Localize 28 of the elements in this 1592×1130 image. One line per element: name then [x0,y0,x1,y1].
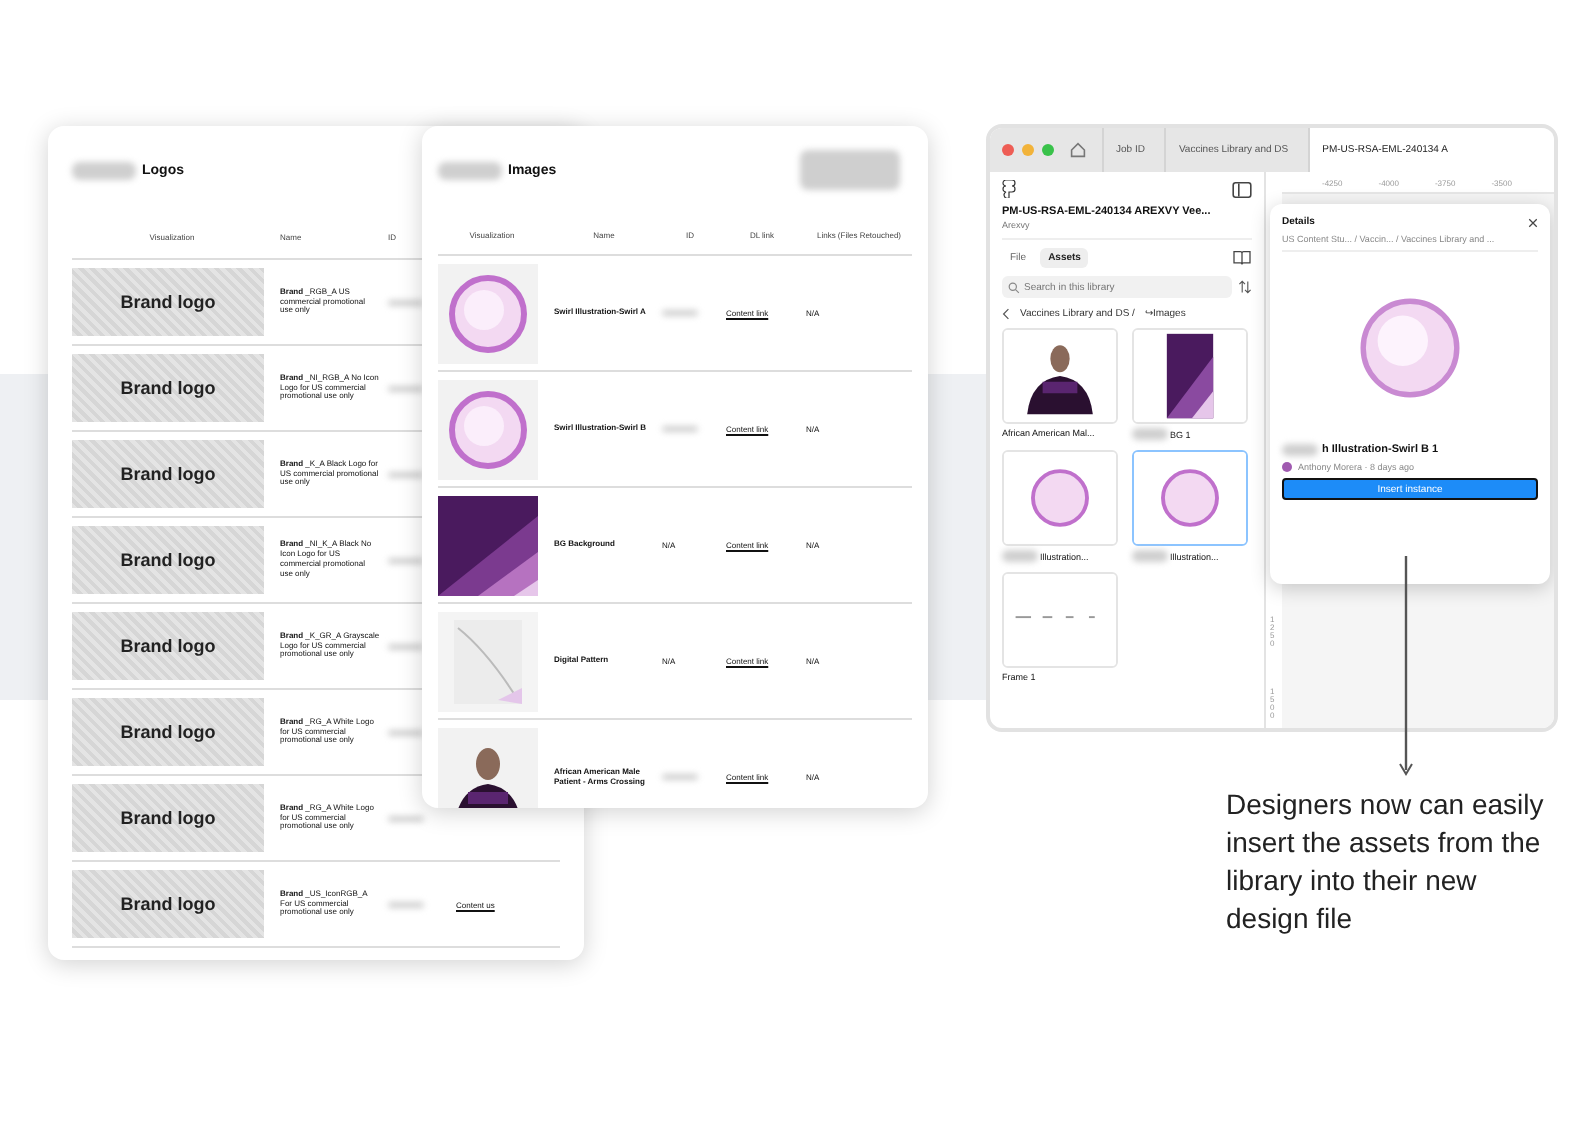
caption-text: Designers now can easily insert the assets from the library into their new design file [1226,786,1546,938]
logo-text: Brand logo [120,378,216,398]
book-icon[interactable] [1232,250,1252,266]
close-icon[interactable] [1528,217,1538,227]
redacted-text [438,161,502,179]
redacted-logo [800,150,900,190]
figma-logo-icon[interactable] [1002,180,1016,198]
logo-text: Brand logo [120,464,216,484]
sidebar-icon[interactable] [1232,181,1252,197]
redacted-text [72,161,136,179]
avatar-icon [1282,462,1292,472]
maximize-dot-icon[interactable] [1042,144,1054,156]
logo-text: Brand logo [120,722,216,742]
logo-text: Brand logo [120,894,216,914]
logo-text: Brand logo [120,550,216,570]
redacted-text [1132,550,1168,562]
minimize-dot-icon[interactable] [1022,144,1034,156]
back-icon[interactable] [1002,307,1010,319]
logo-text: Brand logo [120,808,216,828]
logo-text: Brand logo [120,292,216,312]
redacted-text [1002,550,1038,562]
close-dot-icon[interactable] [1002,144,1014,156]
redacted-text [1282,444,1318,456]
sort-icon[interactable] [1238,278,1252,296]
redacted-text [1132,428,1168,440]
home-icon[interactable] [1070,142,1086,158]
search-icon [1008,281,1020,293]
logo-text: Brand logo [120,636,216,656]
